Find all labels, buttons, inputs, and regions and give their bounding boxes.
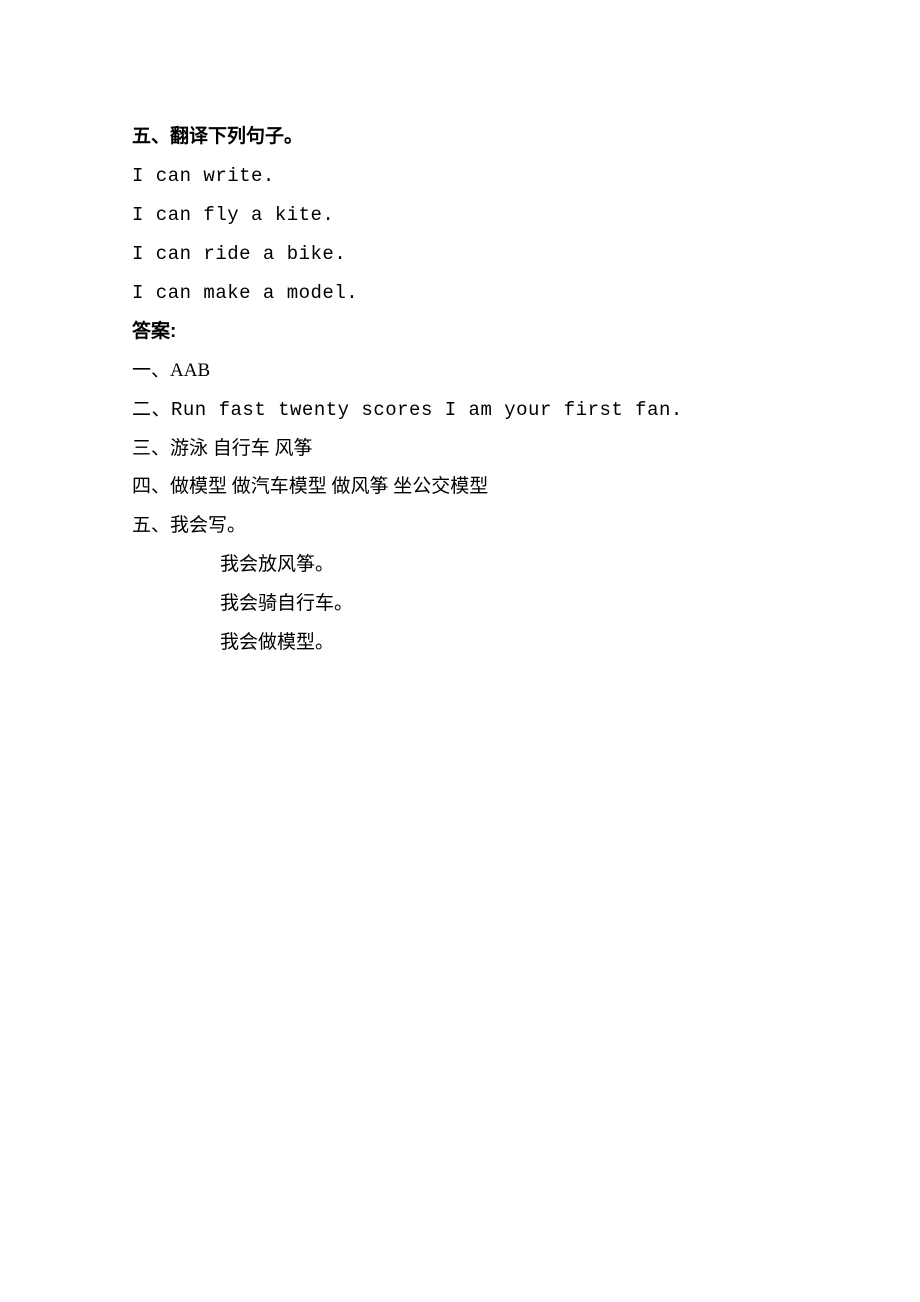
answer-line-3: 三、游泳 自行车 风筝 <box>132 430 788 469</box>
answer-line-5-cont: 我会骑自行车。 <box>132 585 788 624</box>
answer-line-5: 五、我会写。 <box>132 507 788 546</box>
answer-line-5-cont: 我会做模型。 <box>132 624 788 663</box>
answers-heading: 答案: <box>132 313 788 352</box>
sentence-line: I can write. <box>132 157 788 196</box>
answer-line-4: 四、做模型 做汽车模型 做风筝 坐公交模型 <box>132 468 788 507</box>
answer-line-1: 一、AAB <box>132 352 788 391</box>
section-5-heading: 五、翻译下列句子。 <box>132 118 788 157</box>
sentence-line: I can make a model. <box>132 274 788 313</box>
sentence-line: I can fly a kite. <box>132 196 788 235</box>
sentence-line: I can ride a bike. <box>132 235 788 274</box>
answer-line-5-cont: 我会放风筝。 <box>132 546 788 585</box>
answer-line-2: 二、Run fast twenty scores I am your first… <box>132 391 788 430</box>
document-page: 五、翻译下列句子。 I can write. I can fly a kite.… <box>0 0 920 663</box>
